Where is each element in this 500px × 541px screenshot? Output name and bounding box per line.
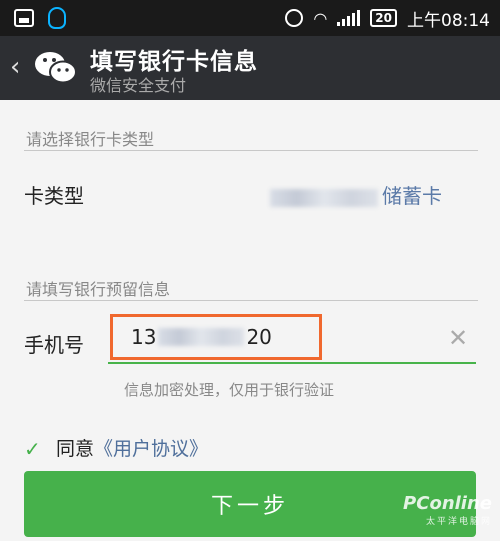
status-bar: ◠ 20 上午08:14 — [0, 0, 500, 36]
user-agreement-link[interactable]: 《用户协议》 — [94, 438, 208, 460]
encryption-hint: 信息加密处理，仅用于银行验证 — [124, 381, 335, 399]
reserved-info-section-label: 请填写银行预留信息 — [26, 280, 171, 299]
watermark-subtext: 太平洋电脑网 — [425, 517, 492, 527]
card-type-label: 卡类型 — [24, 184, 84, 208]
signal-icon — [337, 10, 361, 26]
clear-icon[interactable]: ✕ — [448, 324, 468, 352]
qq-icon — [48, 7, 66, 29]
alarm-icon — [285, 9, 304, 27]
agree-label: 同意 — [56, 438, 95, 460]
page-title: 填写银行卡信息 — [90, 49, 258, 75]
card-type-value: 储蓄卡 — [382, 184, 442, 208]
card-type-section-label: 请选择银行卡类型 — [26, 130, 155, 149]
phone-suffix: 20 — [246, 325, 272, 349]
agreement-text: 同意《用户协议》 — [56, 434, 208, 461]
pconline-watermark: PConline 太平洋电脑网 — [403, 493, 492, 527]
phone-input[interactable]: 13 20 — [110, 314, 322, 360]
phone-label: 手机号 — [24, 333, 84, 357]
system-indicators: ◠ 20 上午08:14 — [285, 0, 490, 36]
clock: 上午08:14 — [407, 10, 490, 31]
divider — [24, 300, 478, 301]
agree-checkbox[interactable]: ✓ — [24, 437, 41, 461]
divider — [24, 150, 478, 151]
gallery-icon — [14, 9, 34, 27]
input-underline — [108, 362, 476, 364]
page-subtitle: 微信安全支付 — [90, 76, 187, 95]
redacted-bank-name — [270, 188, 378, 207]
notification-icons — [14, 7, 66, 29]
phone-prefix: 13 — [131, 325, 157, 349]
app-header: ‹ 填写银行卡信息 微信安全支付 — [0, 36, 500, 100]
back-icon[interactable]: ‹ — [10, 52, 20, 82]
form-content: 请选择银行卡类型 卡类型 储蓄卡 请填写银行预留信息 手机号 13 20 ✕ 信… — [0, 100, 500, 541]
watermark-logo: PConline — [403, 493, 492, 514]
next-step-label: 下一步 — [210, 494, 289, 519]
wifi-icon: ◠ — [313, 8, 328, 28]
card-type-selector[interactable]: 储蓄卡 — [270, 180, 442, 209]
wechat-icon — [35, 52, 77, 84]
redacted-phone-digits — [158, 328, 245, 346]
battery-indicator: 20 — [370, 9, 397, 27]
